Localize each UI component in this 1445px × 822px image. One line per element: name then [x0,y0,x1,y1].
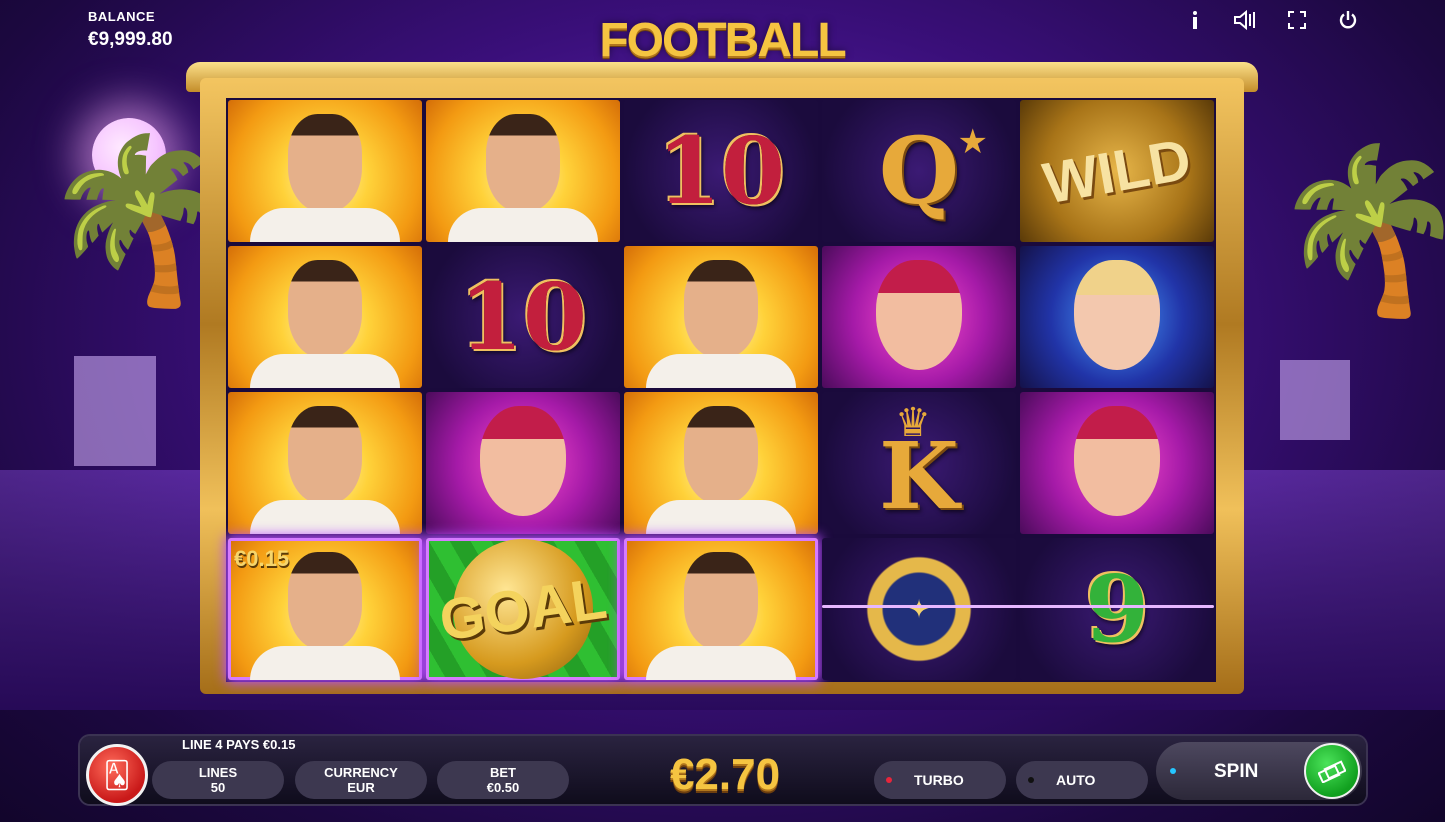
bet-label: BET [490,765,516,780]
symbol-player [624,246,818,388]
spin-button[interactable]: SPIN [1156,742,1362,800]
symbol-blonde-girl [1020,246,1214,388]
symbol-pink-girl [1020,392,1214,534]
cards-icon: 🂡 [103,759,131,790]
watch-icon: ✦ [859,549,979,669]
turbo-indicator-dot [886,777,892,783]
power-icon[interactable] [1333,6,1363,34]
symbol-ten: 10 [624,100,818,242]
auto-indicator-dot [1028,777,1034,783]
bet-value: €0.50 [486,780,520,795]
house-left [74,356,156,466]
bet-button[interactable]: BET €0.50 [437,761,569,799]
symbol-player-winning [624,538,818,680]
spin-indicator-dot [1170,768,1176,774]
symbol-player [228,100,422,242]
currency-button[interactable]: CURRENCY EUR [295,761,427,799]
symbol-player [228,246,422,388]
info-icon[interactable] [1180,6,1210,34]
line-pays-info: LINE 4 PAYS €0.15 [182,737,296,752]
currency-value: EUR [347,780,375,795]
symbol-player [426,100,620,242]
symbol-watch: ✦ [822,538,1016,680]
symbol-player [228,392,422,534]
fullscreen-icon[interactable] [1282,6,1312,34]
auto-label: AUTO [1056,772,1096,788]
turbo-toggle[interactable]: TURBO [874,761,1006,799]
balance-value: €9,999.80 [88,29,173,50]
win-amount-label: €0.15 [234,546,290,571]
symbol-pink-girl [426,392,620,534]
currency-label: CURRENCY [324,765,398,780]
lines-label: LINES [198,765,238,780]
payline-indicator [822,605,1214,608]
lines-button[interactable]: LINES 50 [152,761,284,799]
star-icon: ★ [957,123,988,161]
auto-toggle[interactable]: AUTO [1016,761,1148,799]
symbol-queen: Q ★ [822,100,1016,242]
house-right [1280,360,1350,440]
total-win-display: €2.70 [669,750,781,799]
symbol-player [624,392,818,534]
symbol-wild: WILD [1020,100,1214,242]
money-stack-icon [1304,743,1360,799]
crown-icon: ♛ [895,401,931,445]
reel-grid: 10 Q ★ WILD 10 ♛ K €0.15 GOAL ✦ 9 [226,98,1216,682]
lines-value: 50 [210,780,226,795]
palm-tree-right: 🌴 [1270,140,1445,319]
balance-panel: BALANCE €9,999.80 [88,9,173,51]
balance-label: BALANCE [88,9,156,24]
symbol-pink-girl [822,246,1016,388]
symbol-player-winning: €0.15 [228,538,422,680]
symbol-nine: 9 [1020,538,1214,680]
symbol-goal-winning: GOAL [426,538,620,680]
symbol-king: ♛ K [822,392,1016,534]
turbo-label: TURBO [914,772,964,788]
gamble-cards-button[interactable]: 🂡 [86,744,148,806]
spin-label: SPIN [1214,761,1259,782]
sound-icon[interactable] [1230,6,1260,34]
symbol-ten: 10 [426,246,620,388]
